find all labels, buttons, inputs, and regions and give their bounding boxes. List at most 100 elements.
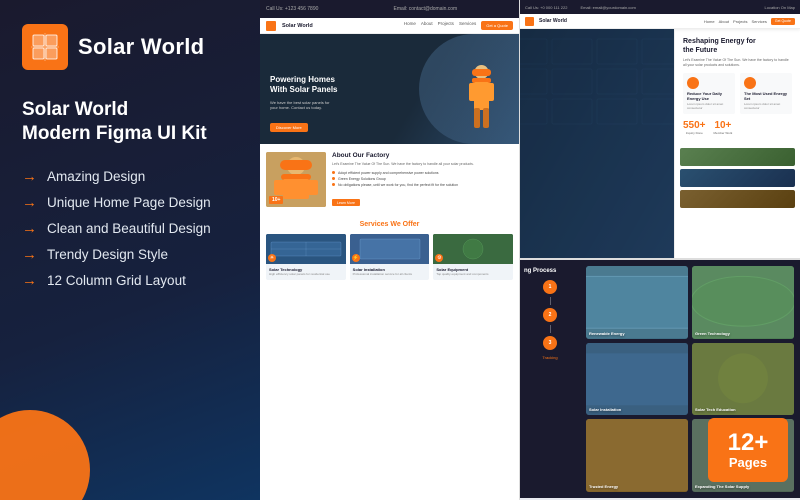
feature-item-1: → Amazing Design: [22, 168, 236, 185]
mr-energy-card-1: Reduce Your Daily Energy Use Lorem ipsum…: [683, 73, 735, 114]
ml-nav-links: Home About Projects Services Get a Quote: [404, 21, 513, 30]
ml-nav-services: Services: [459, 21, 476, 30]
mr-process-steps: 1 2 3 Tracking: [524, 280, 576, 360]
mr-right-img-3: [680, 190, 795, 208]
mr-energy-icon-2: [744, 77, 756, 89]
mr-energy-card-title-1: Reduce Your Daily Energy Use: [687, 91, 731, 101]
ml-service-card-1: ☀ Solar Technology High efficiency solar…: [266, 234, 346, 280]
ml-phone: Call Us: +123 456 7890: [266, 6, 386, 12]
service-solar-equip-img: [433, 234, 513, 264]
feature-label-5: 12 Column Grid Layout: [47, 273, 186, 288]
ml-service-info-2: Solar Installation Professional installa…: [350, 264, 430, 280]
mr-nav-services: Services: [752, 19, 767, 24]
ml-nav-about: About: [421, 21, 433, 30]
mr-nav: Solar World Home About Projects Services…: [520, 14, 800, 29]
mr-process-section: ng Process 1 2 3 Tracking: [520, 260, 580, 498]
feature-label-3: Clean and Beautiful Design: [47, 221, 211, 236]
kit-title-line1: Solar World: [22, 98, 236, 122]
mr-nav-about: About: [719, 19, 729, 24]
ml-about-text: Let's Examine The Value Of The Sun. We h…: [332, 162, 474, 167]
ml-about: 10+ About Our Factory Let's Examine The …: [260, 144, 519, 217]
ml-hero-sub: We have the best solar panels foryour ho…: [270, 100, 338, 111]
solar-logo-icon: [29, 31, 61, 63]
mr-img-label-1: Renewable Energy: [589, 331, 625, 336]
mr-ri-label-2: [680, 177, 686, 185]
ml-about-title: About Our Factory: [332, 152, 474, 159]
kit-title: Solar World Modern Figma UI Kit: [22, 98, 236, 146]
mr-step-line-1: [550, 297, 551, 305]
mr-img-label-3: Solar Installation: [589, 407, 621, 412]
mr-stats: 550+ Inquiry Done 10+ Member Work: [683, 120, 792, 135]
ml-services-grid: ☀ Solar Technology High efficiency solar…: [260, 234, 519, 288]
mr-img-svg-3: [586, 343, 688, 416]
mr-energy-card-text-1: Lorem ipsum dolor sit amet consectetur: [687, 102, 731, 110]
feature-label-4: Trendy Design Style: [47, 247, 168, 262]
mr-img-label-4: Solar Tech Education: [695, 407, 736, 412]
mr-ri-label-1: [680, 156, 686, 164]
arrow-icon-5: →: [22, 272, 37, 289]
ml-hero-text: Powering Homes With Solar Panels We have…: [270, 75, 338, 134]
mr-img-card-5: Trusted Energy: [586, 419, 688, 492]
mr-nav-brand: Solar World: [539, 18, 567, 24]
mr-stat-label-1: Inquiry Done: [683, 131, 706, 135]
arrow-icon-4: →: [22, 246, 37, 263]
ml-nav: Solar World Home About Projects Services…: [260, 18, 519, 34]
mr-right-section: Reshaping Energy for the Future Let's Ex…: [674, 29, 800, 260]
mr-topbar-email: Email: email@yourdomain.com: [580, 5, 635, 10]
mr-stat-label-2: Member Work: [714, 131, 733, 135]
ml-about-badge: 10+: [269, 196, 283, 204]
mr-img-svg-1: [586, 266, 688, 339]
mr-ri-label-3: [680, 198, 686, 206]
mr-img-card-1: Renewable Energy: [586, 266, 688, 339]
mr-top: Call Us: +0 000 111 222 Email: email@you…: [520, 0, 800, 260]
kit-title-line2: Modern Figma UI Kit: [22, 122, 236, 146]
mr-nav-logo: [525, 17, 534, 26]
mr-nav-home: Home: [704, 19, 715, 24]
mr-img-card-2: Green Technology: [692, 266, 794, 339]
mr-right-images: [675, 143, 800, 213]
mr-img-label-6: Expanding The Solar Supply: [695, 484, 749, 489]
brand-name: Solar World: [78, 35, 204, 59]
ml-service-img-1: ☀: [266, 234, 346, 264]
hero-solar-bg: [520, 29, 674, 260]
mr-stat-num-2: 10+: [714, 120, 733, 131]
mr-section-inner: Reshaping Energy for the Future Let's Ex…: [675, 29, 800, 143]
mr-energy-grid: Reduce Your Daily Energy Use Lorem ipsum…: [683, 73, 792, 114]
feature-item-3: → Clean and Beautiful Design: [22, 220, 236, 237]
mr-step-1: 1: [543, 280, 557, 294]
ml-service-img-2: ⚡: [350, 234, 430, 264]
mr-stat-1: 550+ Inquiry Done: [683, 120, 706, 135]
mr-process-title: ng Process: [524, 268, 576, 274]
feature-item-4: → Trendy Design Style: [22, 246, 236, 263]
ml-service-info-1: Solar Technology High efficiency solar p…: [266, 264, 346, 280]
mr-topbar-loc: Location On Map: [765, 5, 795, 10]
right-panel: Call Us: +123 456 7890 Email: contact@do…: [260, 0, 800, 500]
ml-service-desc-1: High efficiency solar panels for residen…: [269, 273, 343, 277]
ml-email: Email: contact@domain.com: [394, 6, 514, 12]
ml-nav-home: Home: [404, 21, 416, 30]
mr-img-svg-4: [692, 343, 794, 416]
pages-badge: 12+ Pages: [708, 418, 788, 482]
mr-img-card-4: Solar Tech Education: [692, 343, 794, 416]
ml-service-card-3: ⚙ Solar Equipment Top quality equipment …: [433, 234, 513, 280]
brand-logo: [22, 24, 68, 70]
ml-hero-title: Powering Homes With Solar Panels: [270, 75, 338, 96]
feature-item-2: → Unique Home Page Design: [22, 194, 236, 211]
orange-circle-decoration: [0, 410, 90, 500]
ml-service-card-2: ⚡ Solar Installation Professional instal…: [350, 234, 430, 280]
ml-service-info-3: Solar Equipment Top quality equipment an…: [433, 264, 513, 280]
service-solar-install-img: [350, 234, 430, 264]
arrow-icon-2: →: [22, 194, 37, 211]
mr-img-label-5: Trusted Energy: [589, 484, 618, 489]
ml-about-btn: Learn More: [332, 199, 360, 206]
mr-right-img-2: [680, 169, 795, 187]
ml-nav-logo-box: [266, 21, 276, 31]
mr-img-label-2: Green Technology: [695, 331, 730, 336]
mr-section-text: Let's Examine The Value Of The Sun. We h…: [683, 58, 792, 68]
mr-energy-icon-1: [687, 77, 699, 89]
left-panel: Solar World Solar World Modern Figma UI …: [0, 0, 260, 500]
mr-energy-card-title-2: The Most Used Energy Set: [744, 91, 788, 101]
ml-service-img-3: ⚙: [433, 234, 513, 264]
ml-services-title: Services We Offer: [260, 221, 519, 228]
mr-energy-card-2: The Most Used Energy Set Lorem ipsum dol…: [740, 73, 792, 114]
